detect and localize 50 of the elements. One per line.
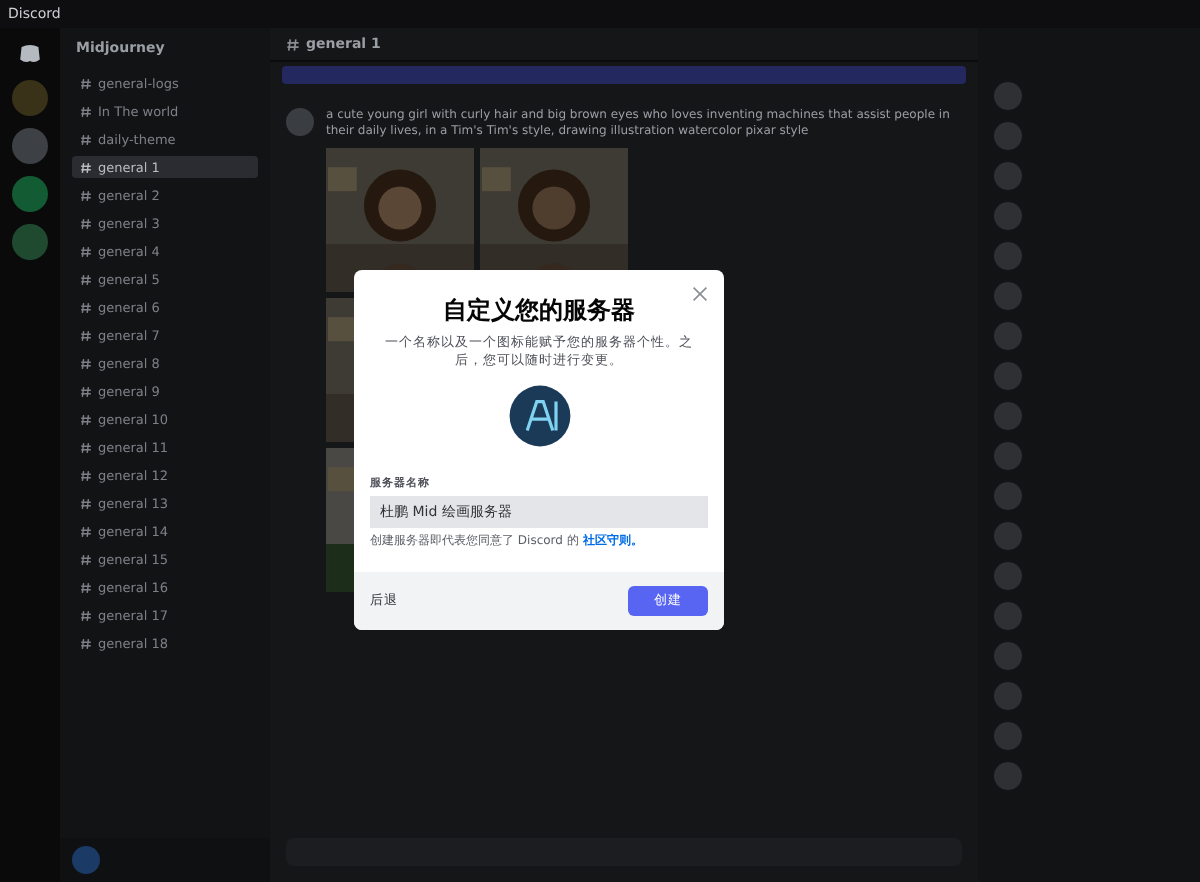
hash-icon <box>80 385 92 397</box>
server-icon[interactable] <box>12 80 48 116</box>
hash-icon <box>286 37 300 51</box>
server-icon[interactable] <box>12 224 48 260</box>
member-avatar[interactable] <box>994 202 1022 230</box>
hash-icon <box>80 413 92 425</box>
hash-icon <box>80 273 92 285</box>
hash-icon <box>80 245 92 257</box>
hash-icon <box>80 497 92 509</box>
server-icon[interactable] <box>12 176 48 212</box>
hash-icon <box>80 357 92 369</box>
member-avatar[interactable] <box>994 522 1022 550</box>
dialog-title: 自定义您的服务器 <box>443 294 635 328</box>
bot-avatar <box>286 108 314 136</box>
member-avatar[interactable] <box>994 642 1022 670</box>
hash-icon <box>80 637 92 649</box>
server-logo-icon[interactable] <box>507 384 571 449</box>
member-avatar[interactable] <box>994 602 1022 630</box>
member-avatar[interactable] <box>994 362 1022 390</box>
hash-icon <box>80 217 92 229</box>
member-avatar[interactable] <box>994 402 1022 430</box>
hash-icon <box>80 609 92 621</box>
server-icon[interactable] <box>12 128 48 164</box>
hash-icon <box>80 553 92 565</box>
hash-icon <box>80 525 92 537</box>
member-avatar[interactable] <box>994 162 1022 190</box>
user-avatar[interactable] <box>72 846 100 874</box>
hash-icon <box>80 105 92 117</box>
close-icon[interactable] <box>692 286 708 302</box>
member-avatar[interactable] <box>994 722 1022 750</box>
hash-icon <box>80 189 92 201</box>
member-avatar[interactable] <box>994 442 1022 470</box>
member-avatar[interactable] <box>994 482 1022 510</box>
hash-icon <box>80 329 92 341</box>
member-avatar[interactable] <box>994 242 1022 270</box>
member-avatar[interactable] <box>994 122 1022 150</box>
member-avatar[interactable] <box>994 322 1022 350</box>
member-avatar[interactable] <box>994 562 1022 590</box>
hash-icon <box>80 133 92 145</box>
hash-icon <box>80 77 92 89</box>
hash-icon <box>80 161 92 173</box>
hash-icon <box>80 441 92 453</box>
discord-icon[interactable] <box>16 40 44 68</box>
member-avatar[interactable] <box>994 762 1022 790</box>
hash-icon <box>80 581 92 593</box>
hash-icon <box>80 301 92 313</box>
member-avatar[interactable] <box>994 682 1022 710</box>
hash-icon <box>80 469 92 481</box>
member-avatar[interactable] <box>994 282 1022 310</box>
member-avatar[interactable] <box>994 82 1022 110</box>
